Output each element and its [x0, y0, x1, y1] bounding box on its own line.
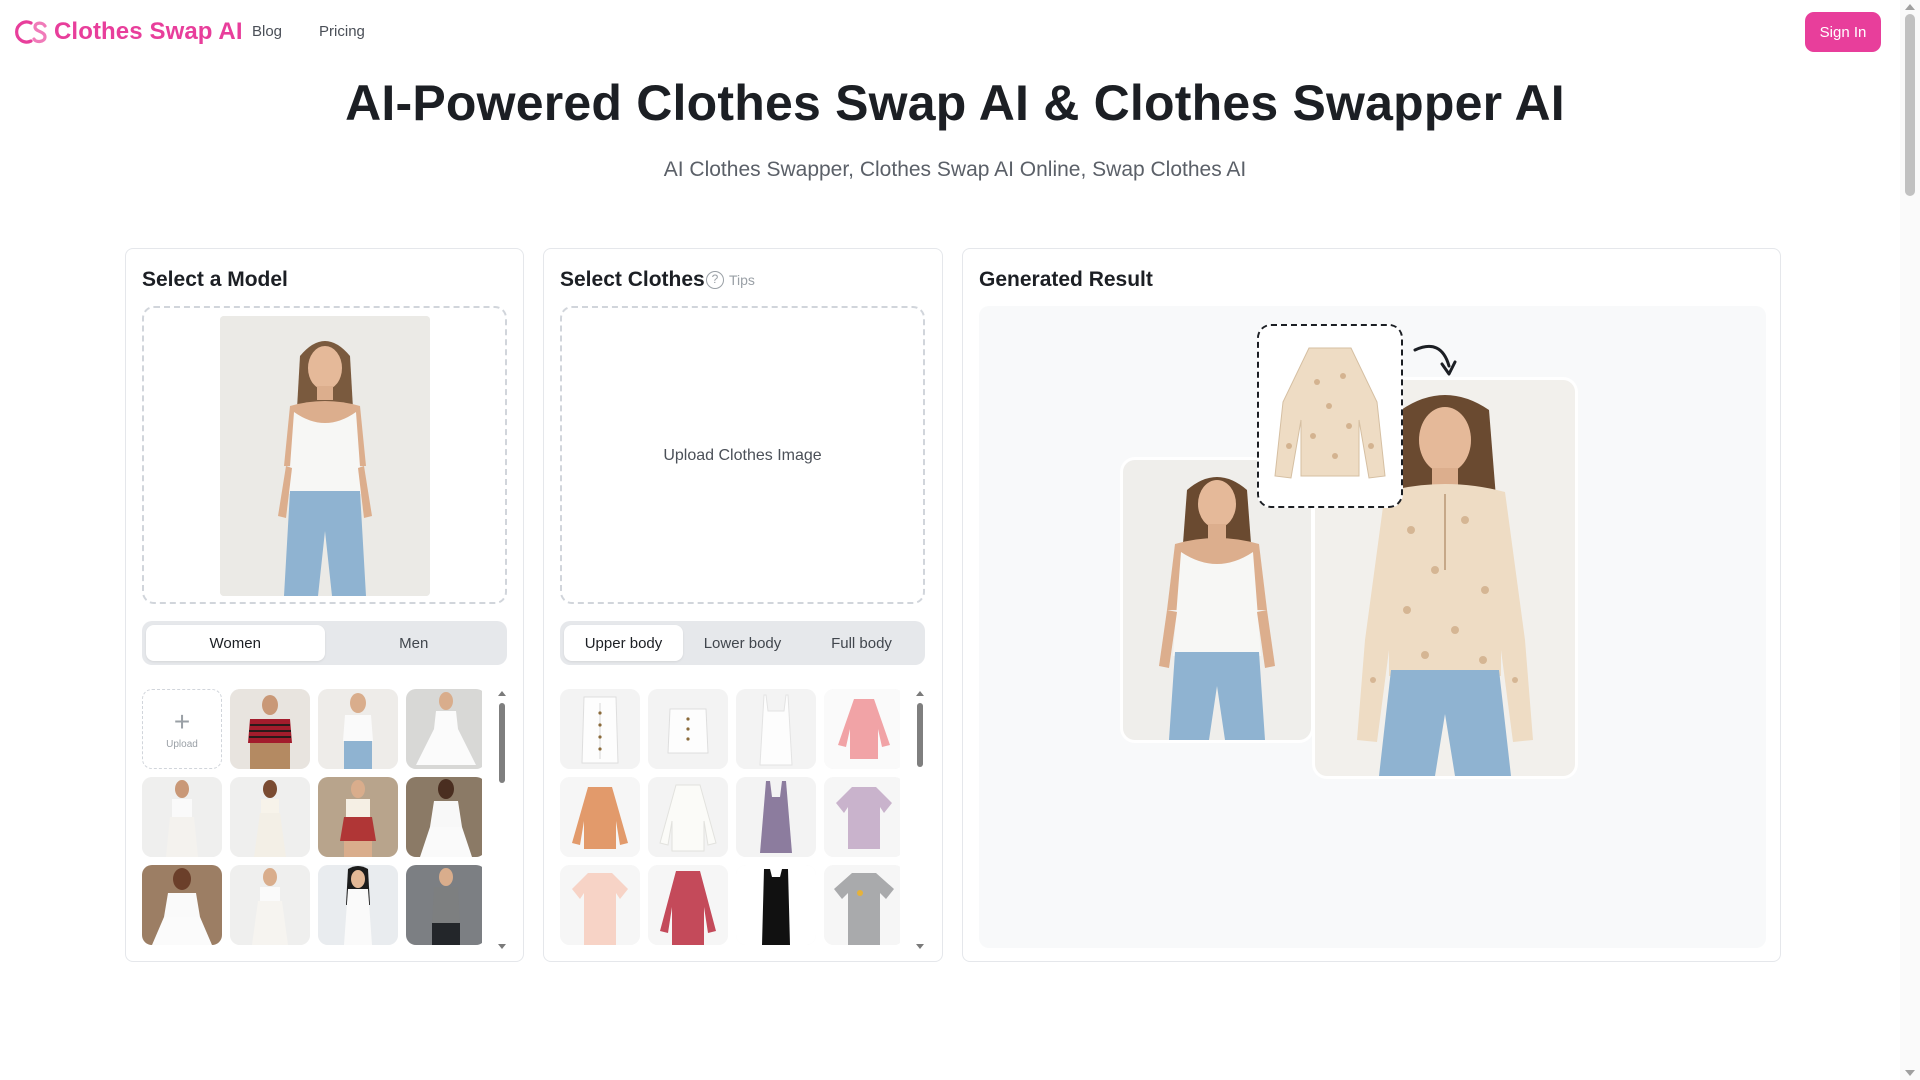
model-thumbnail[interactable]	[230, 865, 310, 945]
model-thumbnail[interactable]	[318, 865, 398, 945]
page-subtitle: AI Clothes Swapper, Clothes Swap AI Onli…	[663, 158, 1247, 181]
model-dropzone[interactable]	[142, 306, 507, 604]
model-thumbnail[interactable]	[142, 777, 222, 857]
clothes-thumbnail[interactable]	[736, 689, 816, 769]
tab-women[interactable]: Women	[146, 625, 325, 661]
model-thumbnail-grid: + Upload	[142, 689, 482, 951]
clothes-thumbnail[interactable]	[736, 865, 816, 945]
clothes-thumbnail[interactable]	[824, 777, 900, 857]
clothes-thumbnail-grid	[560, 689, 900, 951]
model-thumbnail[interactable]	[406, 689, 482, 769]
tips-label: Tips	[729, 272, 755, 288]
tab-upper-body[interactable]: Upper body	[564, 625, 683, 661]
select-clothes-panel: Select Clothes ? Tips Upload Clothes Ima…	[543, 248, 943, 962]
clothes-thumbnail[interactable]	[824, 689, 900, 769]
upload-model-button[interactable]: + Upload	[142, 689, 222, 769]
selected-model-image	[220, 316, 430, 596]
page-title: AI-Powered Clothes Swap AI & Clothes Swa…	[345, 75, 1565, 131]
select-model-heading: Select a Model	[142, 268, 288, 291]
upload-label: Upload	[166, 738, 198, 750]
plus-icon: +	[173, 705, 191, 737]
clothes-thumbnail[interactable]	[648, 865, 728, 945]
select-clothes-heading: Select Clothes	[560, 268, 705, 291]
sign-in-button[interactable]: Sign In	[1805, 12, 1881, 52]
scrollbar-thumb[interactable]	[917, 703, 923, 767]
model-thumbnail[interactable]	[406, 865, 482, 945]
select-model-panel: Select a Model Women Men + Upload	[125, 248, 524, 962]
clothes-upload-dropzone[interactable]: Upload Clothes Image	[560, 306, 925, 604]
clothes-thumbnail[interactable]	[648, 777, 728, 857]
tips-link[interactable]: ? Tips	[706, 271, 755, 289]
model-thumbnail[interactable]	[230, 689, 310, 769]
tab-full-body[interactable]: Full body	[802, 625, 921, 661]
scroll-up-arrow-icon[interactable]	[1905, 4, 1915, 10]
result-preview-area	[979, 306, 1766, 948]
question-icon: ?	[706, 271, 724, 289]
clothes-thumbnail[interactable]	[560, 777, 640, 857]
nav-link-blog[interactable]: Blog	[252, 23, 282, 40]
tab-lower-body[interactable]: Lower body	[683, 625, 802, 661]
scroll-down-arrow-icon[interactable]	[916, 944, 924, 949]
nav-link-pricing[interactable]: Pricing	[319, 23, 365, 40]
clothes-thumbnail[interactable]	[736, 777, 816, 857]
generated-result-heading: Generated Result	[979, 268, 1153, 291]
selected-garment-image	[1257, 324, 1403, 508]
brand-name: Clothes Swap AI	[54, 18, 243, 45]
brand-logo-icon	[14, 17, 48, 47]
clothes-thumbnail[interactable]	[560, 689, 640, 769]
model-gender-switch: Women Men	[142, 621, 507, 665]
model-thumbnail[interactable]	[318, 689, 398, 769]
model-grid-scrollbar[interactable]	[496, 689, 508, 951]
clothes-thumbnail[interactable]	[560, 865, 640, 945]
tab-men[interactable]: Men	[325, 625, 504, 661]
scroll-down-arrow-icon[interactable]	[1905, 1070, 1915, 1076]
scrollbar-thumb[interactable]	[499, 703, 505, 783]
clothes-thumbnail[interactable]	[648, 689, 728, 769]
scroll-up-arrow-icon[interactable]	[498, 691, 506, 696]
main-nav: Blog Pricing	[252, 23, 365, 40]
clothes-thumbnail[interactable]	[824, 865, 900, 945]
generated-result-panel: Generated Result	[962, 248, 1781, 962]
clothes-grid-scrollbar[interactable]	[914, 689, 926, 951]
scroll-up-arrow-icon[interactable]	[916, 691, 924, 696]
model-thumbnail[interactable]	[406, 777, 482, 857]
site-header: Clothes Swap AI Blog Pricing Sign In	[0, 0, 1900, 64]
upload-clothes-label: Upload Clothes Image	[663, 447, 822, 464]
model-thumbnail[interactable]	[318, 777, 398, 857]
swap-arrow-icon	[1413, 345, 1457, 376]
brand-logo-link[interactable]: Clothes Swap AI	[14, 17, 243, 47]
scroll-down-arrow-icon[interactable]	[498, 944, 506, 949]
model-thumbnail[interactable]	[142, 865, 222, 945]
body-part-switch: Upper body Lower body Full body	[560, 621, 925, 665]
model-thumbnail[interactable]	[230, 777, 310, 857]
